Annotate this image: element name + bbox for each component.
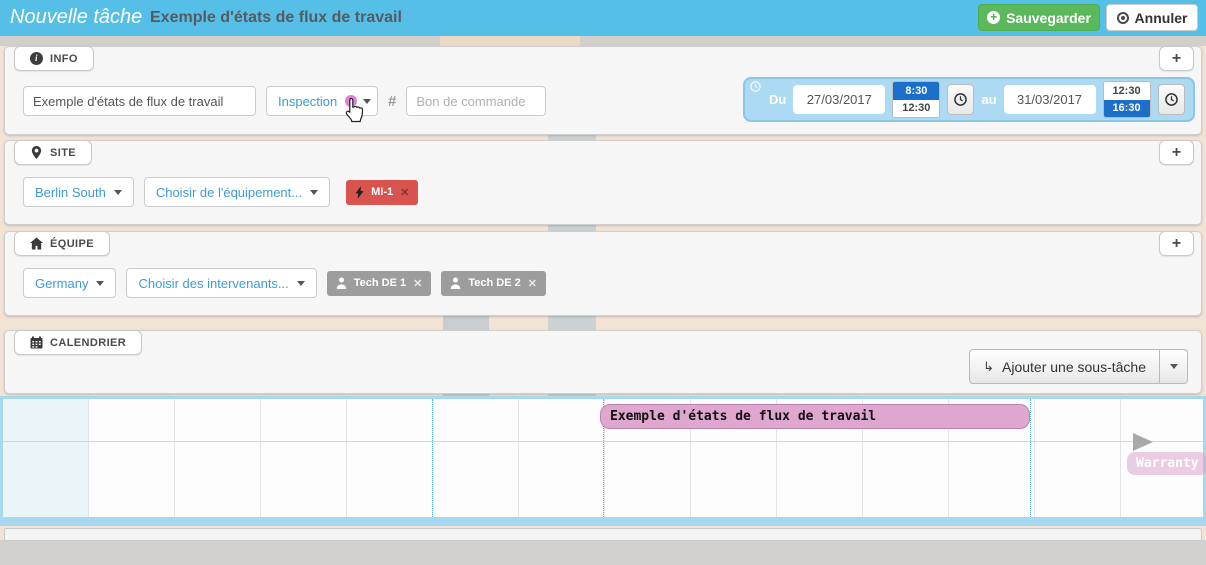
member-tag-label: Tech DE 1 — [354, 277, 406, 289]
task-type-value: Inspection — [278, 94, 337, 109]
close-icon[interactable]: ✕ — [400, 186, 409, 199]
member-tag: Tech DE 2 ✕ — [441, 271, 546, 296]
team-tab-label: ÉQUIPE — [50, 238, 94, 250]
milestone-warranty[interactable]: Warranty — [1127, 452, 1206, 475]
clock-icon — [954, 93, 967, 106]
page: Nouvelle tâche Exemple d'états de flux d… — [0, 0, 1206, 565]
site-tab-label: SITE — [50, 147, 76, 159]
time-to-clock-button[interactable] — [1158, 84, 1185, 115]
member-tag: Tech DE 1 ✕ — [327, 271, 432, 296]
map-background-strip — [0, 36, 1206, 46]
hash-symbol: # — [388, 93, 396, 110]
map-pin-icon — [30, 146, 43, 159]
info-add-button[interactable]: + — [1159, 46, 1194, 71]
info-section: i INFO + Inspection # Du — [4, 46, 1202, 135]
site-section: SITE + Berlin South Choisir de l'équipem… — [4, 140, 1202, 225]
site-add-button[interactable]: + — [1159, 140, 1194, 165]
task-name-input[interactable] — [23, 86, 256, 116]
milestone-arrow-icon — [1133, 433, 1153, 451]
chevron-down-icon — [1170, 364, 1178, 369]
info-tab-label: INFO — [50, 53, 78, 65]
date-from-input[interactable] — [793, 85, 885, 114]
home-icon — [30, 237, 43, 250]
lightning-icon — [355, 186, 364, 199]
info-icon: i — [30, 52, 43, 65]
gantt-marker-line — [432, 399, 433, 517]
chevron-down-icon — [297, 281, 305, 286]
team-add-button[interactable]: + — [1159, 231, 1194, 256]
map-patch — [440, 36, 580, 46]
site-select-value: Berlin South — [35, 185, 106, 200]
date-to-input[interactable] — [1004, 85, 1096, 114]
members-select[interactable]: Choisir des intervenants... — [126, 268, 316, 298]
bottom-panel — [4, 528, 1202, 541]
close-icon[interactable]: ✕ — [413, 277, 422, 290]
equipment-tag-label: MI-1 — [371, 186, 393, 198]
time-to-end[interactable]: 16:30 — [1104, 100, 1150, 118]
gantt-frame: Exemple d'états de flux de travail Warra… — [0, 396, 1206, 526]
time-from-clock-button[interactable] — [947, 84, 974, 115]
clock-icon — [1165, 93, 1178, 106]
close-icon[interactable]: ✕ — [528, 277, 537, 290]
save-button[interactable]: + Sauvegarder — [978, 4, 1100, 31]
team-select-value: Germany — [35, 276, 88, 291]
time-to-stack: 12:30 16:30 — [1103, 81, 1151, 118]
site-section-tab: SITE — [14, 140, 92, 165]
info-section-tab: i INFO — [14, 46, 94, 71]
date-range-widget: Du 8:30 12:30 au 12:30 16:30 — [743, 77, 1195, 122]
time-to-start[interactable]: 12:30 — [1104, 82, 1150, 100]
member-tag-label: Tech DE 2 — [468, 277, 520, 289]
date-to-label: au — [981, 92, 996, 107]
chevron-down-icon — [96, 281, 104, 286]
date-from-label: Du — [769, 92, 786, 107]
equipment-tag: MI-1 ✕ — [346, 180, 418, 205]
add-subtask-button[interactable]: ↳ Ajouter une sous-tâche — [969, 349, 1160, 384]
site-select[interactable]: Berlin South — [23, 177, 134, 207]
person-icon — [450, 277, 461, 289]
team-section-tab: ÉQUIPE — [14, 231, 110, 256]
calendar-section-tab: CALENDRIER — [14, 330, 142, 355]
chevron-down-icon — [114, 190, 122, 195]
purchase-order-input[interactable] — [406, 86, 546, 116]
team-select[interactable]: Germany — [23, 268, 116, 298]
cancel-button-label: Annuler — [1135, 10, 1188, 26]
page-subtitle: Nouvelle tâche — [10, 6, 142, 29]
person-icon — [336, 277, 347, 289]
calendar-section: CALENDRIER ↳ Ajouter une sous-tâche — [4, 330, 1202, 394]
gantt-task-bar[interactable]: Exemple d'états de flux de travail — [600, 404, 1030, 429]
cancel-button[interactable]: Annuler — [1106, 4, 1198, 31]
gantt-first-column — [3, 399, 88, 517]
chevron-down-icon — [310, 190, 318, 195]
clock-icon — [750, 81, 761, 92]
team-section: ÉQUIPE + Germany Choisir des intervenant… — [4, 231, 1202, 316]
time-from-end[interactable]: 12:30 — [893, 100, 939, 118]
cancel-circle-icon — [1117, 12, 1129, 24]
subtask-arrow-icon: ↳ — [983, 359, 994, 375]
gantt-task-end-line — [1030, 399, 1031, 517]
add-subtask-label: Ajouter une sous-tâche — [1002, 359, 1146, 375]
time-from-start[interactable]: 8:30 — [893, 82, 939, 100]
page-title: Exemple d'états de flux de travail — [150, 9, 402, 27]
page-bottom-background — [0, 540, 1206, 565]
calendar-tab-label: CALENDRIER — [50, 337, 126, 349]
header-bar: Nouvelle tâche Exemple d'états de flux d… — [0, 0, 1206, 36]
members-select-placeholder: Choisir des intervenants... — [138, 276, 288, 291]
mouse-cursor — [343, 97, 365, 123]
save-circle-icon: + — [987, 11, 1000, 24]
equipment-select-placeholder: Choisir de l'équipement... — [156, 185, 302, 200]
gantt-grid: Exemple d'états de flux de travail Warra… — [3, 399, 1203, 517]
save-button-label: Sauvegarder — [1006, 10, 1091, 26]
add-subtask-dropdown-button[interactable] — [1160, 349, 1188, 384]
calendar-icon — [30, 336, 43, 349]
time-from-stack: 8:30 12:30 — [892, 81, 940, 118]
equipment-select[interactable]: Choisir de l'équipement... — [144, 177, 330, 207]
